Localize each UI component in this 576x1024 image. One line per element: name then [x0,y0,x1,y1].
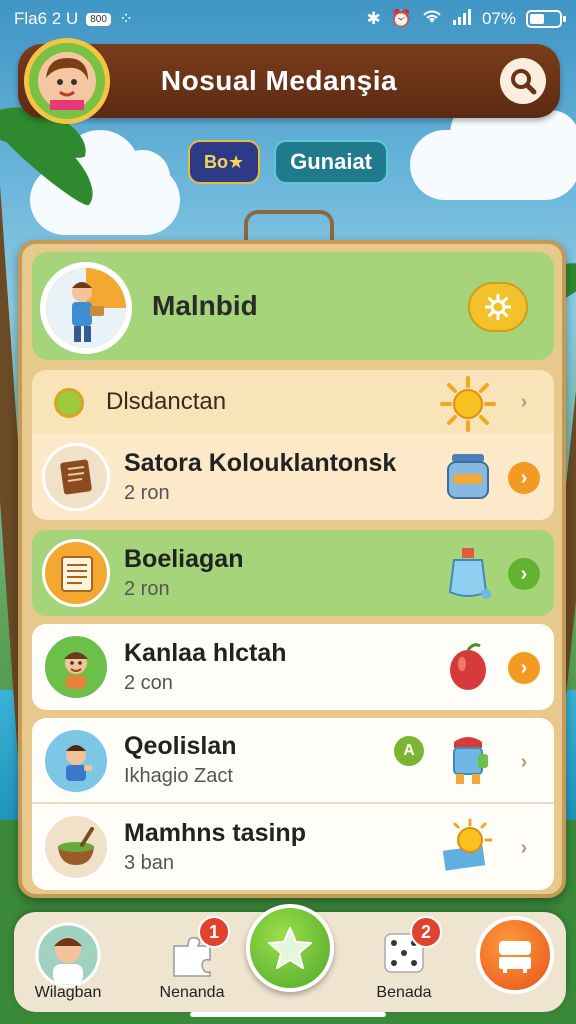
item-title: Mamhns tasinp [124,819,306,847]
chevron-right-icon[interactable]: › [508,832,540,864]
item-title: Satora Kolouklantonsk [124,449,397,477]
wifi-icon [422,9,442,30]
bowl-icon [42,813,110,881]
item-subtitle: 3 ban [124,852,175,874]
status-time: Fla6 2 U [14,9,79,28]
status-badge: 800 [86,12,111,26]
chevron-right-icon[interactable]: › [508,386,540,418]
bottle-icon [440,544,496,600]
item-subtitle: 2 con [124,672,173,694]
chevron-right-icon[interactable]: › [508,652,540,684]
bottom-navigation: Wilagban 1 Nenanda 2 Benada [14,904,566,1012]
notification-badge: 1 [198,916,230,948]
status-bar: Fla6 2 U 800 ⁘ ✱ ⏰ 07% [0,0,576,38]
profile-avatar[interactable] [24,38,110,124]
chevron-right-icon[interactable]: › [508,746,540,778]
item-title: Boeliagan [124,545,244,573]
home-indicator[interactable] [190,1012,386,1017]
star-icon [268,927,312,969]
header-chips: Bo★ Gunaiat [0,140,576,184]
settings-button[interactable] [468,282,528,332]
battery-icon [526,10,566,28]
list-item[interactable]: Satora Kolouklantonsk 2 ron › [32,434,554,520]
section-title: Dlsdanctan [106,388,227,415]
nav-label: Wilagban [34,984,102,1001]
notepad-icon [42,539,110,607]
battery-percent: 07% [481,9,516,28]
avatar-face [38,52,96,110]
nav-item-profile[interactable]: Wilagban [18,922,118,1008]
item-subtitle: Ikhagio Zact [124,765,233,787]
gear-icon [485,294,511,320]
list-item[interactable]: Mamhns tasinp 3 ban › [32,804,554,890]
chevron-right-icon[interactable]: › [508,462,540,494]
mini-badge: A [394,736,424,766]
avatar-icon [35,922,101,993]
character-avatar [40,262,132,354]
robot-icon [440,732,496,788]
character-icon [42,633,110,701]
section-emblem-icon [54,388,84,418]
character-icon [42,727,110,795]
signal-icon [452,8,472,30]
chevron-right-icon[interactable]: › [508,558,540,590]
app-header: Nosual Medanşia [18,38,560,124]
coins-chip[interactable]: Bo★ [187,140,261,184]
nav-item-games[interactable]: 2 Benada [354,916,454,1008]
notification-dot-icon: ⁘ [118,9,134,28]
item-title: Qeolislan [124,732,237,760]
item-subtitle: 2 ron [124,578,170,600]
sun-icon [440,376,496,432]
nav-label: Benada [376,984,432,1001]
home-star-button[interactable] [246,904,334,992]
inventory-button[interactable] [476,916,554,994]
notification-badge: 2 [410,916,442,948]
search-icon [511,69,537,95]
item-list: Dlsdanctan › Satora Kolouklantonsk 2 ron… [32,370,554,898]
panel-hook [244,210,334,244]
fruit-icon [440,638,496,694]
item-title: Kanlaa hlctah [124,639,287,667]
list-item[interactable]: Qeolislan Ikhagio Zact A › [32,718,554,804]
jar-icon [440,448,496,504]
featured-card[interactable]: Malnbid [32,252,554,360]
nav-label: Nenanda [159,984,225,1001]
nav-item-puzzle[interactable]: 1 Nenanda [142,916,242,1008]
list-item[interactable]: Boeliagan 2 ron › [32,530,554,616]
mode-chip[interactable]: Gunaiat [274,140,389,184]
list-item[interactable]: Kanlaa hlctah 2 con › [32,624,554,710]
sun-map-icon [440,818,496,874]
chest-icon [499,941,531,973]
bluetooth-icon: ✱ [366,9,381,28]
item-subtitle: 2 ron [124,482,170,504]
search-button[interactable] [500,58,546,104]
main-panel: Malnbid Dlsdanctan › Satora Kolouklanton… [18,240,566,898]
section-header[interactable]: Dlsdanctan › [32,370,554,434]
alarm-icon: ⏰ [390,9,412,28]
featured-name: Malnbid [152,290,258,321]
scroll-icon [42,443,110,511]
